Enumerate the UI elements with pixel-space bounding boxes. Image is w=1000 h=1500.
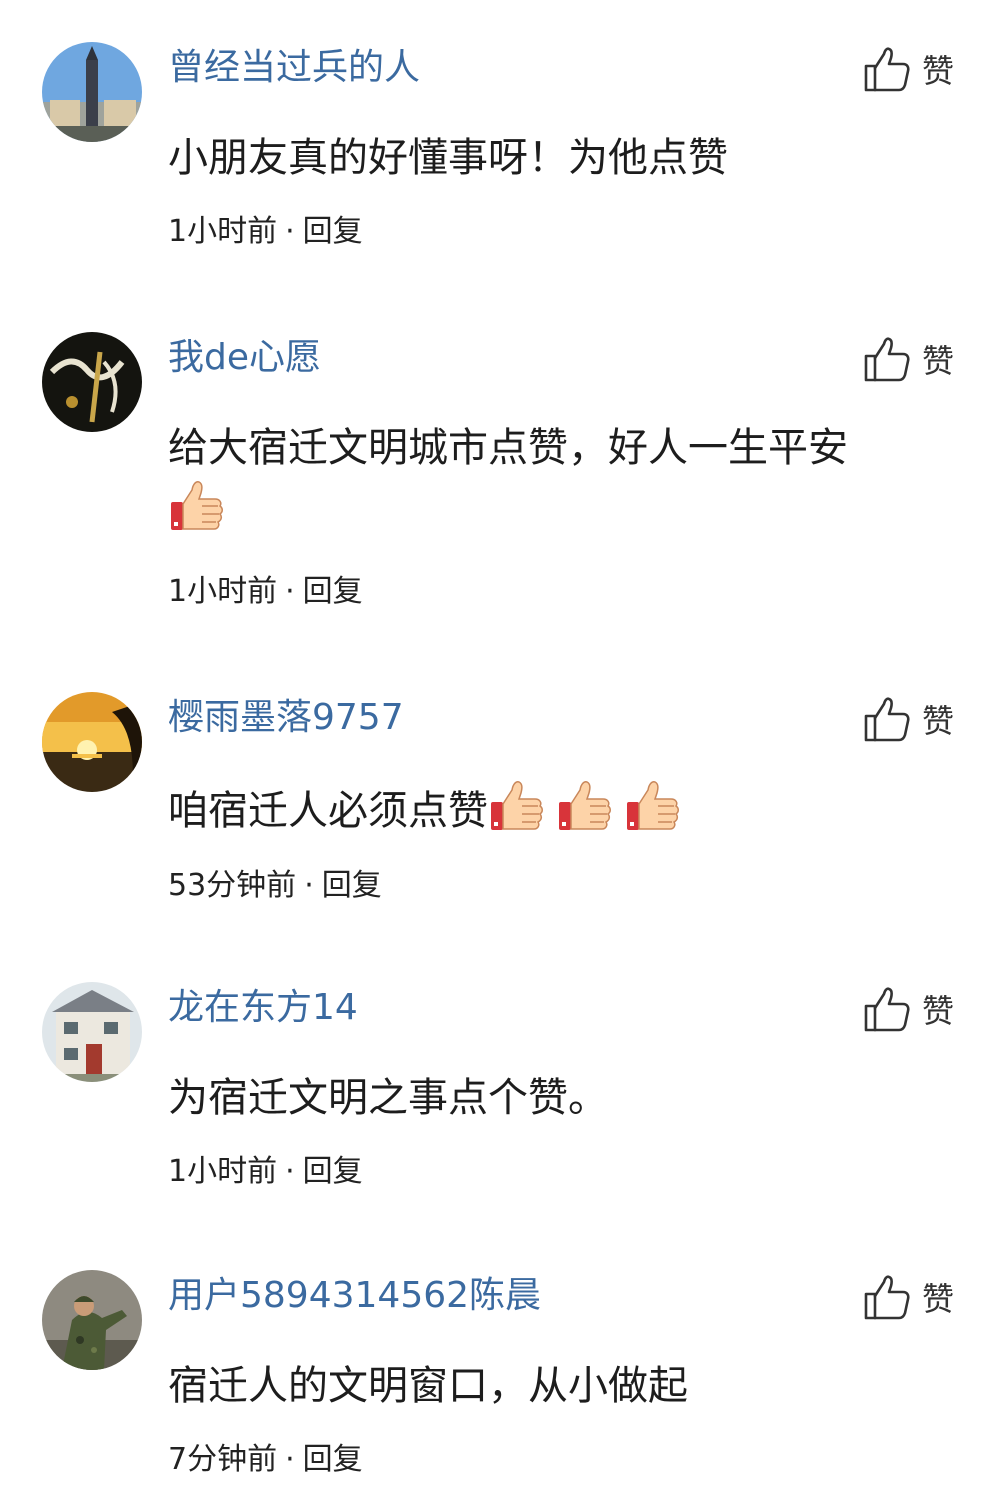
username[interactable]: 我de心愿 [168, 334, 321, 382]
like-button[interactable]: 赞 [862, 694, 954, 744]
thumbs-up-emoji-icon [624, 778, 680, 834]
thumbs-up-emoji-icon [556, 778, 612, 834]
comment-text: 为宿迁文明之事点个赞。 [168, 1068, 948, 1128]
comment-body: 小朋友真的好懂事呀！为他点赞 [168, 135, 728, 181]
comment-text: 给大宿迁文明城市点赞，好人一生平安 [168, 418, 948, 541]
reply-button[interactable]: 回复 [303, 214, 363, 249]
comment-meta: 1小时前 · 回复 [168, 572, 363, 612]
thumb-up-icon [862, 984, 912, 1034]
thumb-up-icon [862, 334, 912, 384]
dark-calligraphy-avatar[interactable] [42, 332, 142, 432]
reply-button[interactable]: 回复 [303, 574, 363, 609]
sunset-avatar[interactable] [42, 692, 142, 792]
reply-button[interactable]: 回复 [322, 868, 382, 903]
like-label: 赞 [922, 702, 955, 740]
comment-text: 小朋友真的好懂事呀！为他点赞 [168, 128, 948, 188]
thumb-up-icon [862, 694, 912, 744]
username[interactable]: 龙在东方14 [168, 984, 358, 1032]
comment-time: 1小时前 [168, 214, 278, 249]
comment-list: 曾经当过兵的人 赞 小朋友真的好懂事呀！为他点赞 1小时前 · 回复 我de心愿 赞… [0, 0, 1000, 1500]
comment-meta: 1小时前 · 回复 [168, 212, 363, 252]
separator: · [285, 214, 295, 249]
comment-time: 1小时前 [168, 1154, 278, 1189]
thumb-up-icon [862, 44, 912, 94]
comment-meta: 53分钟前 · 回复 [168, 866, 382, 906]
comment-time: 1小时前 [168, 574, 278, 609]
comment-text: 咱宿迁人必须点赞 [168, 778, 948, 841]
comment-body: 咱宿迁人必须点赞 [168, 788, 488, 834]
separator: · [285, 1442, 295, 1477]
username[interactable]: 樱雨墨落9757 [168, 694, 404, 742]
like-label: 赞 [922, 1280, 955, 1318]
separator: · [285, 1154, 295, 1189]
comment-time: 53分钟前 [168, 868, 297, 903]
username[interactable]: 曾经当过兵的人 [168, 44, 420, 92]
like-label: 赞 [922, 342, 955, 380]
reply-button[interactable]: 回复 [303, 1442, 363, 1477]
like-button[interactable]: 赞 [862, 334, 954, 384]
reply-button[interactable]: 回复 [303, 1154, 363, 1189]
like-label: 赞 [922, 52, 955, 90]
like-button[interactable]: 赞 [862, 984, 954, 1034]
comment-body: 为宿迁文明之事点个赞。 [168, 1075, 608, 1121]
thumbs-up-emoji-icon [488, 778, 544, 834]
house-avatar[interactable] [42, 982, 142, 1082]
comment-meta: 1小时前 · 回复 [168, 1152, 363, 1192]
comment-meta: 7分钟前 · 回复 [168, 1440, 363, 1480]
soldier-avatar[interactable] [42, 1270, 142, 1370]
comment-body: 给大宿迁文明城市点赞，好人一生平安 [168, 425, 848, 471]
separator: · [285, 574, 295, 609]
like-button[interactable]: 赞 [862, 44, 954, 94]
like-label: 赞 [922, 992, 955, 1030]
separator: · [304, 868, 314, 903]
thumb-up-icon [862, 1272, 912, 1322]
comment-time: 7分钟前 [168, 1442, 278, 1477]
username[interactable]: 用户5894314562陈晨 [168, 1272, 541, 1320]
building-tower-avatar[interactable] [42, 42, 142, 142]
thumbs-up-emoji-icon [168, 478, 224, 534]
comment-text: 宿迁人的文明窗口，从小做起 [168, 1356, 948, 1416]
comment-body: 宿迁人的文明窗口，从小做起 [168, 1363, 688, 1409]
like-button[interactable]: 赞 [862, 1272, 954, 1322]
